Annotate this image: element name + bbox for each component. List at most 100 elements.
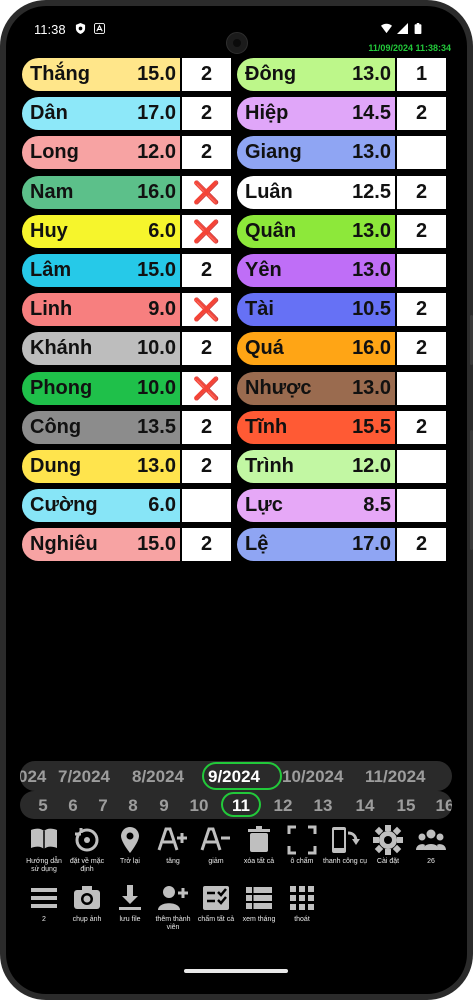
day-item[interactable]: 11 [226,796,256,816]
member-name-cell[interactable]: Long 12.0 [22,136,180,170]
member-name-cell[interactable]: Tĩnh 15.5 [237,410,395,444]
attendance-count-cell[interactable]: 2 [182,254,231,287]
day-item[interactable]: 9 [149,796,179,816]
attendance-count-cell[interactable]: 2 [182,528,231,562]
day-item[interactable]: 5 [28,796,58,816]
member-name-cell[interactable]: Nhược 13.0 [237,371,395,405]
attendance-count-cell[interactable]: 2 [182,410,231,444]
attendance-count-cell[interactable] [397,254,446,287]
member-name-cell[interactable]: Yên 13.0 [237,254,395,287]
member-name-cell[interactable]: Cường 6.0 [22,489,180,523]
attendance-count-cell[interactable]: 2 [397,410,446,444]
member-row[interactable]: Long 12.0 2 [22,136,232,170]
member-name-cell[interactable]: Trình 12.0 [237,450,395,483]
member-name-cell[interactable]: Nam 16.0 [22,175,180,209]
attendance-count-cell[interactable]: ❌ [182,293,231,327]
member-row[interactable]: Huy 6.0 ❌ [22,214,232,248]
toolbar-button[interactable]: đặt về mặc định [65,824,109,874]
member-name-cell[interactable]: Quá 16.0 [237,332,395,366]
attendance-count-cell[interactable] [397,450,446,483]
member-row[interactable]: Nghiêu 15.0 2 [22,528,232,562]
attendance-count-cell[interactable]: 2 [397,528,446,562]
member-row[interactable]: Dân 17.0 2 [22,97,232,131]
toolbar-button[interactable]: 26 [409,824,453,866]
member-row[interactable]: Dung 13.0 2 [22,450,232,483]
member-name-cell[interactable]: Linh 9.0 [22,293,180,327]
member-row[interactable]: Lệ 17.0 2 [237,528,447,562]
toolbar-button[interactable]: lưu file [108,882,152,924]
home-indicator[interactable] [184,969,288,973]
member-row[interactable]: Công 13.5 2 [22,410,232,444]
attendance-count-cell[interactable]: ❌ [182,214,231,248]
member-name-cell[interactable]: Đông 13.0 [237,58,395,91]
member-row[interactable]: Tài 10.5 2 [237,293,447,327]
member-row[interactable]: Luân 12.5 2 [237,175,447,209]
month-item[interactable]: 11/2024 [365,767,426,787]
member-row[interactable]: Thắng 15.0 2 [22,58,232,91]
day-item[interactable]: 6 [58,796,88,816]
member-name-cell[interactable]: Huy 6.0 [22,214,180,248]
attendance-count-cell[interactable]: 2 [397,214,446,248]
month-item[interactable]: 10/2024 [282,767,343,787]
month-item[interactable]: 024 [20,767,46,787]
member-row[interactable]: Nhược 13.0 [237,371,447,405]
member-row[interactable]: Tĩnh 15.5 2 [237,410,447,444]
toolbar-button[interactable]: xóa tất cả [237,824,281,866]
attendance-count-cell[interactable]: 2 [397,175,446,209]
member-name-cell[interactable]: Thắng 15.0 [22,58,180,91]
day-selector[interactable]: 5 6 7 8 9 10 11 12 13 14 15 16 [20,791,452,819]
attendance-count-cell[interactable]: 2 [397,97,446,131]
attendance-count-cell[interactable]: 2 [182,136,231,170]
toolbar-button[interactable]: thanh công cụ [323,824,367,866]
toolbar-button[interactable]: Hướng dẫn sử dụng [22,824,66,874]
toolbar-button[interactable]: chụp ảnh [65,882,109,924]
attendance-count-cell[interactable] [397,489,446,523]
day-item[interactable]: 13 [308,796,338,816]
member-row[interactable]: Yên 13.0 [237,254,447,287]
member-row[interactable]: Hiệp 14.5 2 [237,97,447,131]
member-name-cell[interactable]: Phong 10.0 [22,371,180,405]
member-row[interactable]: Lực 8.5 [237,489,447,523]
member-name-cell[interactable]: Lực 8.5 [237,489,395,523]
toolbar-button[interactable]: xem tháng [237,882,281,924]
month-item[interactable]: 9/2024 [208,767,260,787]
attendance-count-cell[interactable]: 2 [397,332,446,366]
toolbar-button[interactable]: tăng [151,824,195,866]
month-item[interactable]: 7/2024 [58,767,110,787]
toolbar-button[interactable]: 2 [22,882,66,924]
member-row[interactable]: Phong 10.0 ❌ [22,371,232,405]
member-row[interactable]: Quá 16.0 2 [237,332,447,366]
month-item[interactable]: 8/2024 [132,767,184,787]
member-row[interactable]: Quân 13.0 2 [237,214,447,248]
member-name-cell[interactable]: Nghiêu 15.0 [22,528,180,562]
day-item[interactable]: 16 [430,796,452,816]
attendance-count-cell[interactable]: 1 [397,58,446,91]
toolbar-button[interactable]: thoát [280,882,324,924]
attendance-count-cell[interactable]: 2 [397,293,446,327]
member-row[interactable]: Trình 12.0 [237,450,447,483]
member-row[interactable]: Linh 9.0 ❌ [22,293,232,327]
attendance-count-cell[interactable] [182,489,231,523]
day-item[interactable]: 15 [391,796,421,816]
member-row[interactable]: Khánh 10.0 2 [22,332,232,366]
day-item[interactable]: 12 [268,796,298,816]
toolbar-button[interactable]: giảm [194,824,238,866]
month-selector[interactable]: 0247/20248/20249/202410/202411/20241 [20,761,452,791]
member-name-cell[interactable]: Lâm 15.0 [22,254,180,287]
toolbar-button[interactable]: thêm thành viên [151,882,195,932]
member-name-cell[interactable]: Luân 12.5 [237,175,395,209]
member-row[interactable]: Lâm 15.0 2 [22,254,232,287]
day-item[interactable]: 8 [118,796,148,816]
member-name-cell[interactable]: Giang 13.0 [237,136,395,170]
member-name-cell[interactable]: Hiệp 14.5 [237,97,395,131]
day-item[interactable]: 7 [88,796,118,816]
attendance-count-cell[interactable]: ❌ [182,371,231,405]
attendance-count-cell[interactable]: 2 [182,450,231,483]
member-name-cell[interactable]: Dung 13.0 [22,450,180,483]
member-row[interactable]: Giang 13.0 [237,136,447,170]
member-name-cell[interactable]: Dân 17.0 [22,97,180,131]
day-item[interactable]: 14 [350,796,380,816]
member-row[interactable]: Đông 13.0 1 [237,58,447,91]
toolbar-button[interactable]: Cài đặt [366,824,410,866]
member-name-cell[interactable]: Tài 10.5 [237,293,395,327]
